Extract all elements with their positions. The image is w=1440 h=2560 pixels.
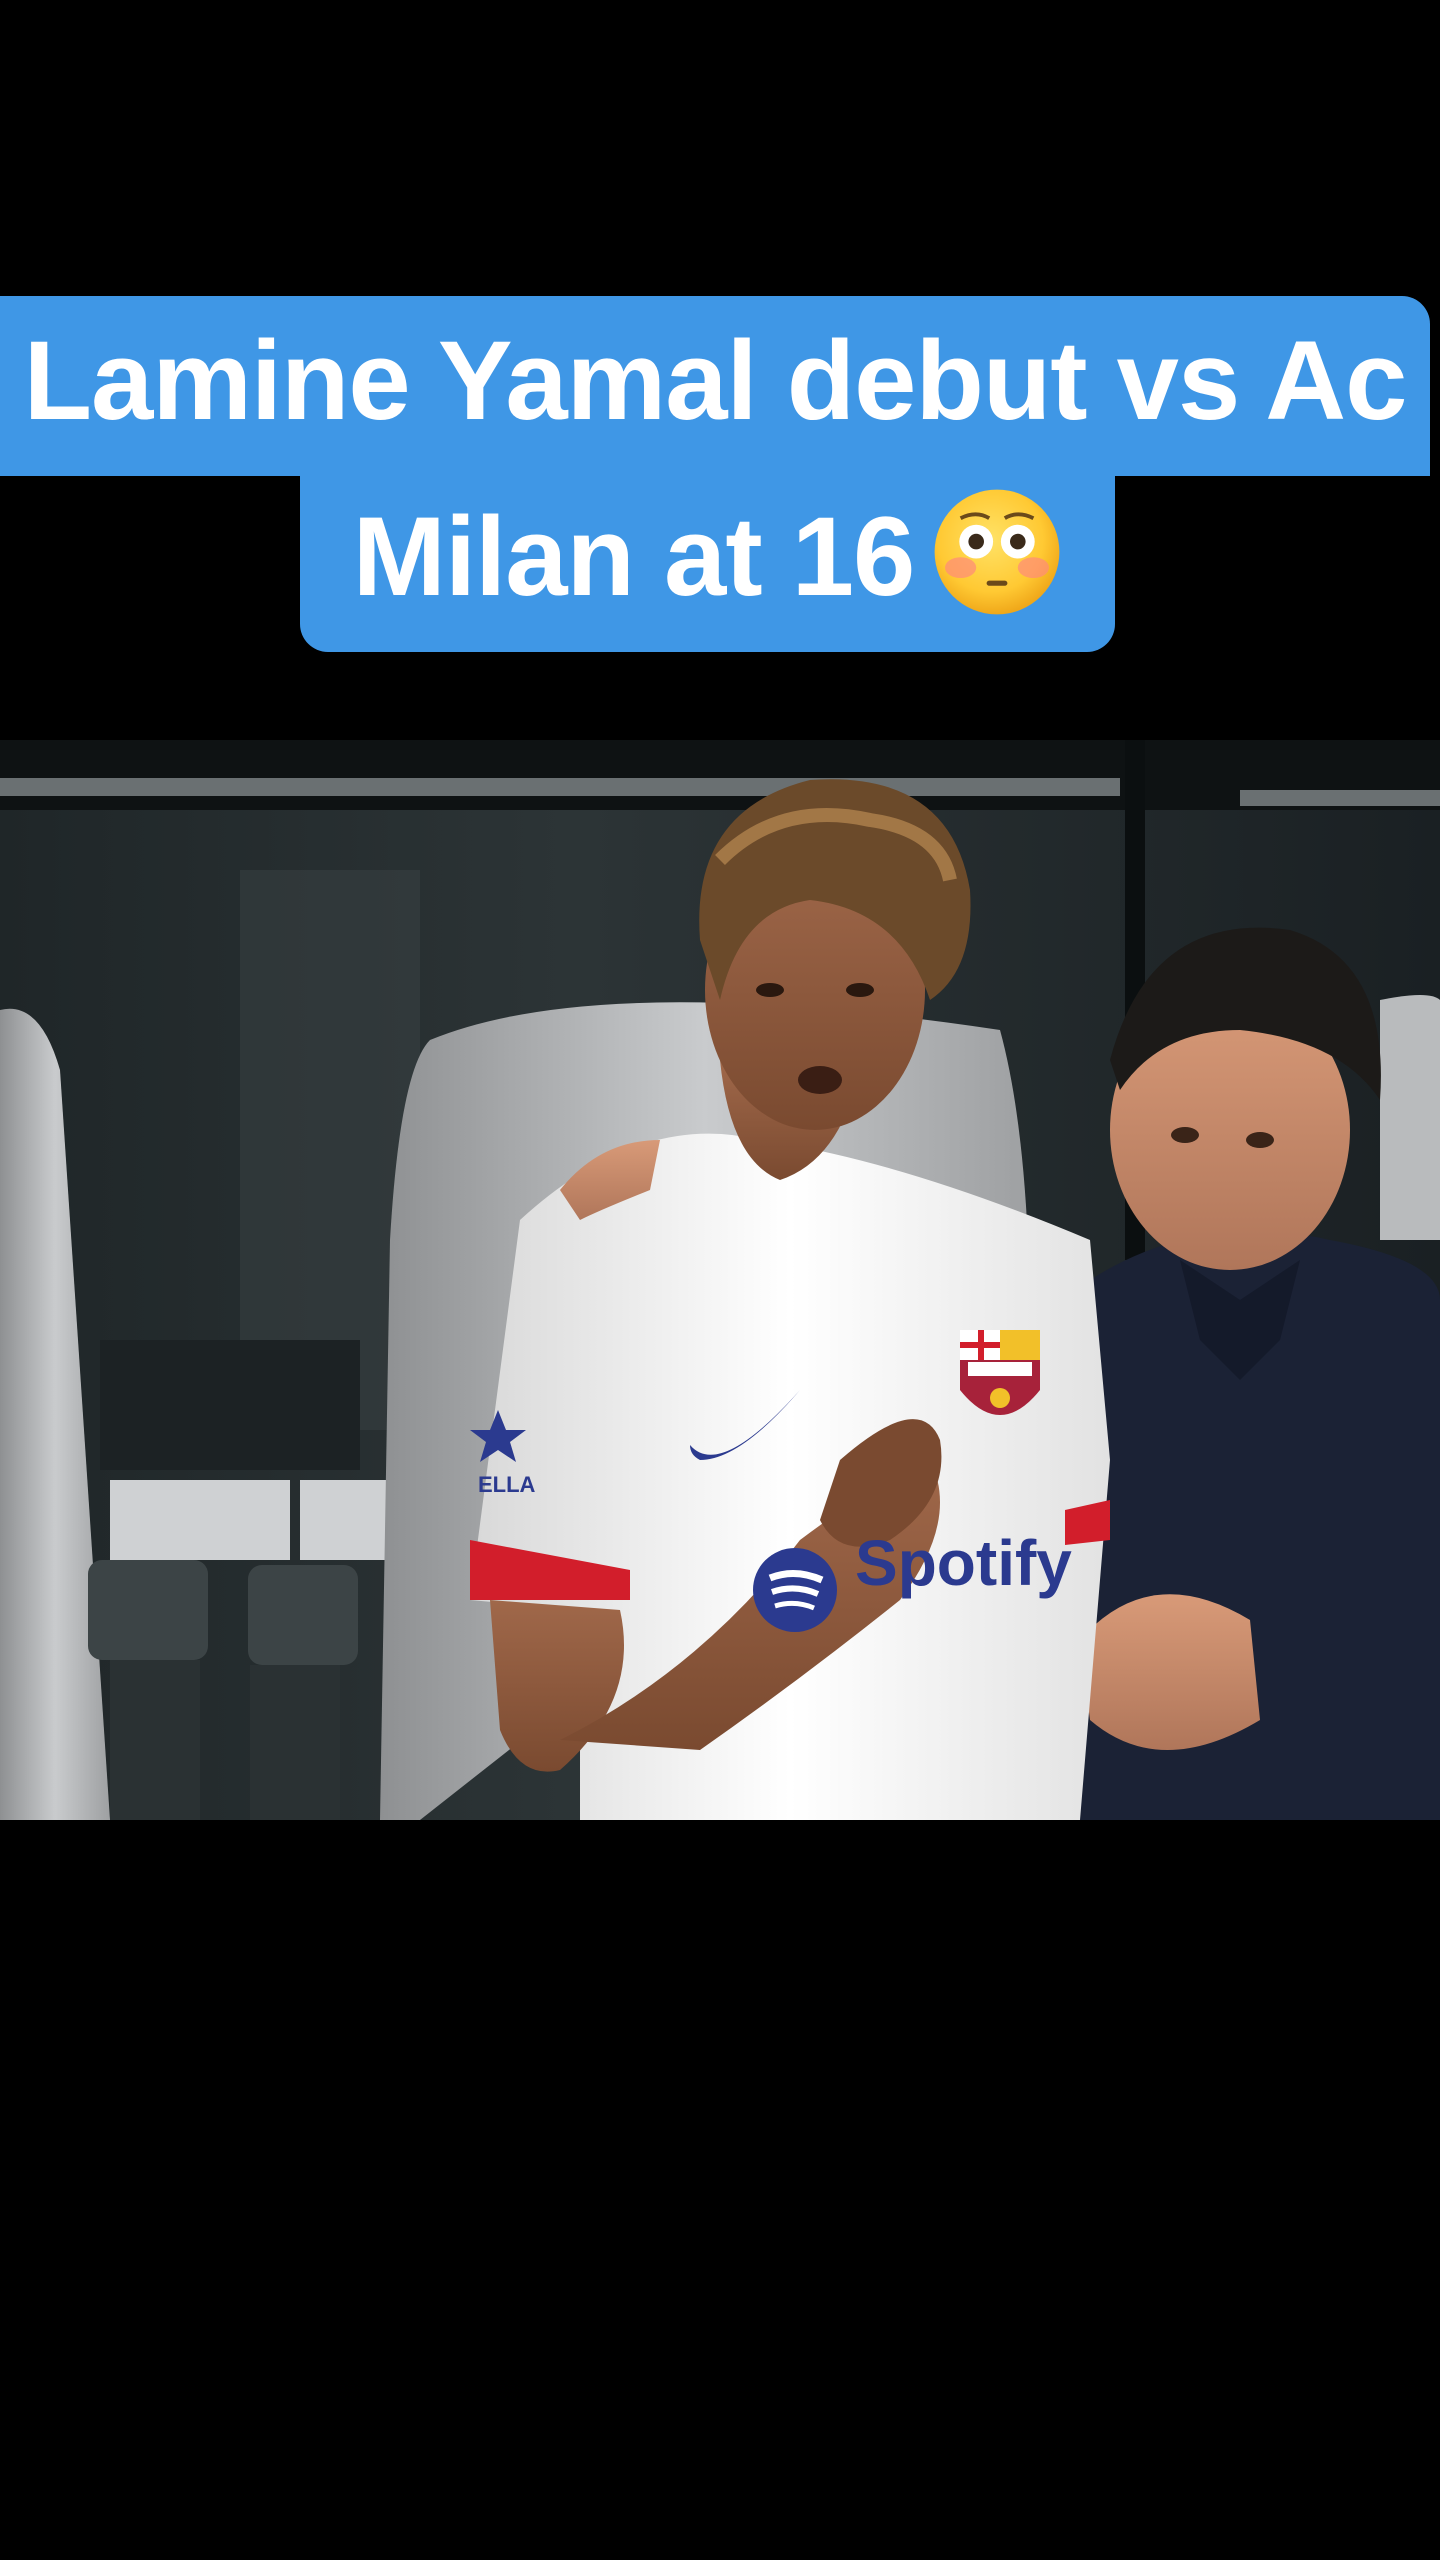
flushed-face-emoji-icon <box>934 489 1060 615</box>
caption-line-2-text: Milan at 16 <box>352 494 916 619</box>
sleeve-text: ELLA <box>478 1472 536 1497</box>
caption-line-2: Milan at 16 <box>300 472 1115 652</box>
caption-line-1: Lamine Yamal debut vs Ac <box>0 296 1430 476</box>
sponsor-text: Spotify <box>855 1527 1072 1599</box>
caption-overlay: Lamine Yamal debut vs Ac Milan at 16 <box>0 296 1440 656</box>
fcb-crest <box>960 1330 1040 1415</box>
video-frame[interactable]: Spotify ELLA <box>0 740 1440 1820</box>
video-still-image: Spotify ELLA <box>0 740 1440 1820</box>
video-screen: { "caption": { "line1": "Lamine Yamal de… <box>0 0 1440 2560</box>
